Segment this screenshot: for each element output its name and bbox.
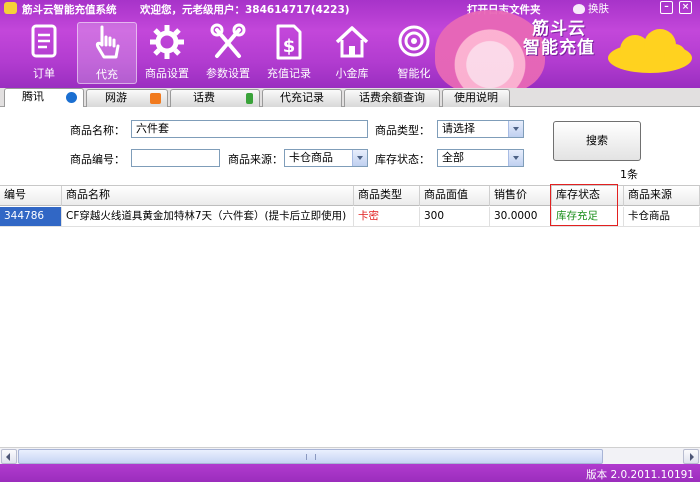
toolbar-label: 充值记录 <box>267 67 311 80</box>
order-icon <box>31 24 57 58</box>
hand-pointer-icon <box>95 25 120 59</box>
app-logo-icon <box>4 2 17 14</box>
brand-logo: 筋斗云 智能充值 <box>523 20 595 58</box>
column-header-name[interactable]: 商品名称 <box>62 186 354 206</box>
product-source-label: 商品来源： <box>228 153 283 166</box>
chevron-down-icon <box>508 121 523 137</box>
tab-tencent[interactable]: 腾讯 <box>4 88 84 107</box>
cell-type[interactable]: 卡密 <box>354 207 420 227</box>
product-type-value: 请选择 <box>442 122 475 135</box>
toolbar-label: 订单 <box>33 67 55 80</box>
column-header-type[interactable]: 商品类型 <box>354 186 420 206</box>
brand-line1: 筋斗云 <box>532 19 586 39</box>
home-icon <box>335 26 369 58</box>
close-button[interactable]: × <box>679 1 692 14</box>
dollar-doc-icon: $ <box>276 24 302 60</box>
product-id-label: 商品编号： <box>70 153 125 166</box>
welcome-text: 欢迎您，元老级用户：384614717(4223) <box>140 4 350 16</box>
result-count: 1条 <box>620 168 638 181</box>
column-header-price[interactable]: 销售价 <box>490 186 552 206</box>
brand-line2: 智能充值 <box>523 38 595 58</box>
chevron-down-icon <box>352 150 367 166</box>
tab-online-games[interactable]: 网游 <box>86 89 168 107</box>
gear-icon <box>150 25 184 59</box>
tab-label: 网游 <box>105 91 127 104</box>
toolbar-recharge-records-button[interactable]: $ 充值记录 <box>259 22 319 84</box>
search-button[interactable]: 搜索 <box>553 121 641 161</box>
tab-recharge-records[interactable]: 代充记录 <box>262 89 342 107</box>
minimize-button[interactable]: – <box>660 1 673 14</box>
product-type-label: 商品类型： <box>375 124 430 137</box>
search-panel: 商品名称： 六件套 商品类型： 请选择 商品编号： 商品来源： 卡仓商品 库存状… <box>0 107 700 185</box>
cell-id[interactable]: 344786 <box>0 207 62 227</box>
product-name-input[interactable]: 六件套 <box>131 120 368 138</box>
scroll-right-button[interactable] <box>683 449 699 464</box>
grip-icon <box>306 454 316 460</box>
cloud-icon <box>608 29 692 73</box>
toolbar-label: 代充 <box>96 68 118 81</box>
app-header: 筋斗云智能充值系统 欢迎您，元老级用户：384614717(4223) 打开日志… <box>0 0 700 88</box>
stock-status-select[interactable]: 全部 <box>437 149 524 167</box>
product-id-input[interactable] <box>131 149 220 167</box>
column-header-source[interactable]: 商品来源 <box>624 186 700 206</box>
stock-status-value: 全部 <box>442 151 464 164</box>
tab-label: 代充记录 <box>280 91 324 104</box>
toolbar-recharge-button[interactable]: 代充 <box>77 22 137 84</box>
toolbar-vault-button[interactable]: 小金库 <box>322 22 382 84</box>
category-tabs: 腾讯 网游 话费 代充记录 话费余额查询 使用说明 <box>0 88 700 107</box>
phone-icon <box>246 93 253 104</box>
cell-price[interactable]: 30.0000 <box>490 207 552 227</box>
cell-face-value[interactable]: 300 <box>420 207 490 227</box>
tab-phone-bill[interactable]: 话费 <box>170 89 260 107</box>
toolbar-product-settings-button[interactable]: 商品设置 <box>137 22 197 84</box>
scroll-thumb[interactable] <box>18 449 603 464</box>
svg-text:$: $ <box>283 36 296 57</box>
product-type-select[interactable]: 请选择 <box>437 120 524 138</box>
tab-balance-query[interactable]: 话费余额查询 <box>344 89 440 107</box>
toolbar-label: 参数设置 <box>206 67 250 80</box>
tools-icon <box>210 23 246 58</box>
qq-icon <box>66 92 77 103</box>
scroll-left-button[interactable] <box>1 449 17 464</box>
game-icon <box>150 93 161 104</box>
toolbar-param-settings-button[interactable]: 参数设置 <box>198 22 258 84</box>
tab-label: 话费余额查询 <box>359 91 425 104</box>
toolbar-order-button[interactable]: 订单 <box>14 22 74 84</box>
cell-name[interactable]: CF穿越火线道具黄金加特林7天（六件套）(提卡后立即使用) <box>62 207 354 227</box>
stock-highlight-box <box>550 184 618 226</box>
tab-instructions[interactable]: 使用说明 <box>442 89 510 107</box>
stock-status-label: 库存状态： <box>375 153 430 166</box>
toolbar-label: 商品设置 <box>145 67 189 80</box>
product-source-value: 卡仓商品 <box>289 151 333 164</box>
tab-label: 使用说明 <box>454 91 498 104</box>
brand-banner: 筋斗云 智能充值 <box>415 10 700 88</box>
status-bar: 版本 2.0.2011.10191 <box>0 464 700 482</box>
cell-source[interactable]: 卡仓商品 <box>624 207 700 227</box>
version-text: 版本 2.0.2011.10191 <box>586 469 694 481</box>
product-source-select[interactable]: 卡仓商品 <box>284 149 368 167</box>
app-title: 筋斗云智能充值系统 <box>22 4 117 16</box>
chevron-down-icon <box>508 150 523 166</box>
column-header-face-value[interactable]: 商品面值 <box>420 186 490 206</box>
column-header-id[interactable]: 编号 <box>0 186 62 206</box>
tab-label: 话费 <box>193 91 215 104</box>
shirt-icon <box>573 3 585 14</box>
tab-label: 腾讯 <box>22 90 44 103</box>
horizontal-scrollbar[interactable] <box>0 447 700 464</box>
toolbar-label: 小金库 <box>335 67 369 80</box>
product-name-label: 商品名称： <box>70 124 125 137</box>
